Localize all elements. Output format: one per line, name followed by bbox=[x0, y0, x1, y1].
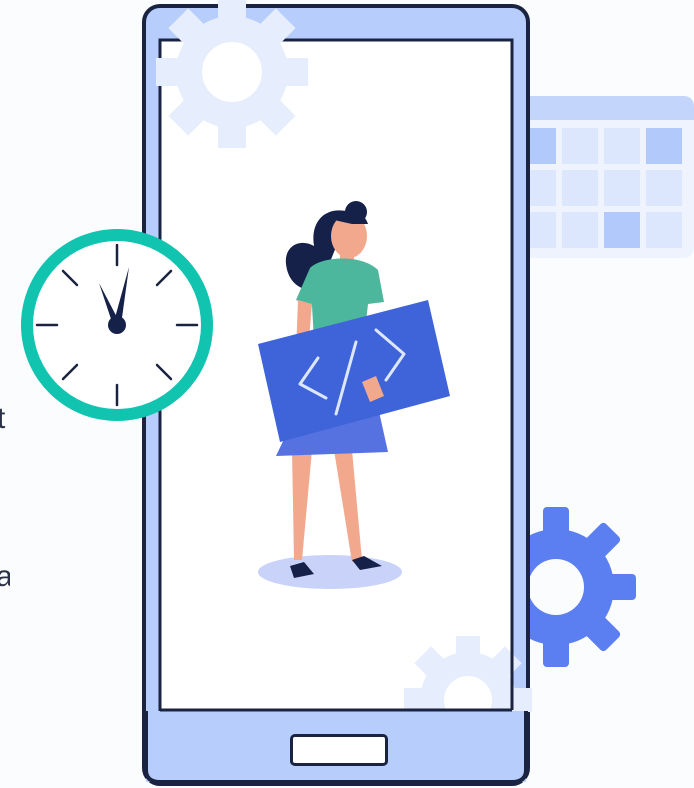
illustration bbox=[21, 0, 694, 786]
cropped-text-2: a bbox=[0, 562, 10, 592]
clock-icon bbox=[21, 229, 213, 421]
gear-faint-top bbox=[156, 0, 308, 148]
home-button[interactable] bbox=[290, 734, 388, 766]
cropped-text-1: t bbox=[0, 404, 6, 434]
calendar-icon bbox=[510, 96, 694, 258]
